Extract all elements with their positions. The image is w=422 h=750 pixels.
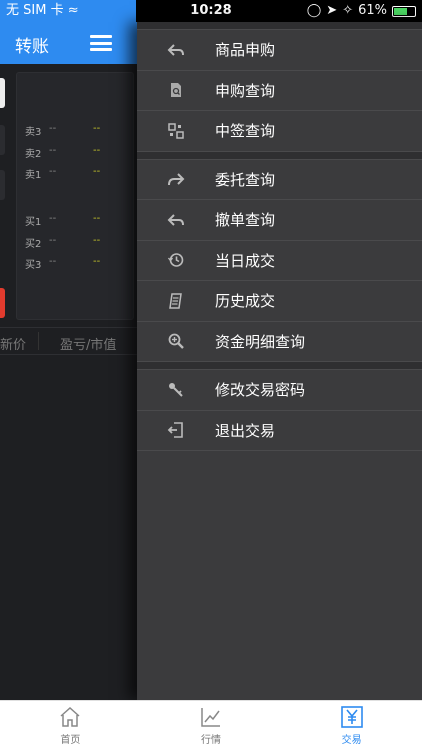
menu-item-label: 资金明细查询 [215, 332, 306, 351]
menu-item-logout[interactable]: 退出交易 [137, 411, 422, 451]
trade-screen-background: 转账 卖3 -- -- 卖2 -- -- 卖1 -- -- 买1 -- -- 买2 -- -- 买3… [0, 22, 137, 700]
forward-arrow-icon [137, 170, 215, 188]
zoom-in-icon [137, 332, 215, 350]
menu-item-fund-details[interactable]: 资金明细查询 [137, 322, 422, 362]
menu-item-label: 商品申购 [215, 41, 276, 60]
menu-item-label: 委托查询 [215, 170, 276, 189]
bottom-nav: 首页 行情 交易 [0, 700, 422, 750]
tab-trade[interactable]: 交易 [281, 701, 422, 750]
page-title: 转账 [15, 37, 49, 57]
chart-icon [201, 708, 220, 727]
menu-item-today-deals[interactable]: 当日成交 [137, 241, 422, 281]
order-book: 卖3 -- -- 卖2 -- -- 卖1 -- -- 买1 -- -- 买2 -- -- 买3 -- -… [16, 72, 134, 320]
tab-home[interactable]: 首页 [0, 701, 141, 750]
menu-item-label: 申购查询 [215, 81, 276, 100]
tab-label: 交易 [341, 735, 362, 746]
menu-item-change-password[interactable]: 修改交易密码 [137, 370, 422, 411]
receipt-icon [137, 292, 215, 310]
app-bar: 转账 [0, 22, 137, 64]
bluetooth-icon: ✧ [342, 3, 354, 18]
status-bar: 无 SIM 卡 ≈ 10:28 ◯ ➤ ✧ 61% [0, 0, 422, 22]
location-icon: ➤ [326, 3, 338, 18]
undo-arrow-icon [137, 211, 215, 229]
menu-item-history-deals[interactable]: 历史成交 [137, 281, 422, 322]
battery-percent: 61% [358, 3, 387, 18]
menu-item-label: 当日成交 [215, 251, 276, 270]
menu-group-divider [137, 151, 422, 160]
menu-item-label: 历史成交 [215, 292, 276, 311]
menu-group-divider [137, 22, 422, 30]
menu-item-lottery-query[interactable]: 中签查询 [137, 111, 422, 152]
input-edge[interactable] [0, 78, 5, 108]
battery-icon [392, 5, 416, 17]
menu-item-label: 修改交易密码 [215, 381, 306, 400]
tab-label: 行情 [201, 735, 221, 746]
menu-item-label: 撤单查询 [215, 211, 276, 230]
menu-item-order-query[interactable]: 委托查询 [137, 160, 422, 200]
hamburger-icon[interactable] [90, 35, 112, 51]
menu-group-divider [137, 362, 422, 370]
document-search-icon [137, 81, 215, 99]
history-clock-icon [137, 251, 215, 269]
stepper-edge-2[interactable] [0, 170, 5, 200]
qrcode-icon [137, 122, 215, 140]
menu-item-cancel-query[interactable]: 撤单查询 [137, 200, 422, 241]
yen-icon [340, 706, 363, 728]
key-icon [137, 381, 215, 399]
menu-item-product-subscribe[interactable]: 商品申购 [137, 30, 422, 71]
position-table-header: 新价 盈亏/市值 [0, 327, 137, 355]
menu-item-subscribe-query[interactable]: 申购查询 [137, 71, 422, 111]
logout-icon [137, 421, 215, 439]
stepper-edge[interactable] [0, 125, 5, 155]
status-right: ◯ ➤ ✧ 61% [307, 0, 416, 22]
home-icon [60, 706, 80, 727]
buy-button-edge[interactable] [0, 288, 5, 318]
menu-item-label: 退出交易 [215, 421, 276, 440]
col-pnl: 盈亏/市值 [60, 338, 117, 353]
rotation-lock-icon: ◯ [306, 3, 322, 18]
tab-label: 首页 [60, 735, 81, 746]
tab-market[interactable]: 行情 [141, 701, 282, 750]
col-price: 新价 [0, 338, 27, 353]
side-menu-drawer: 商品申购 申购查询 中签查询 委托查询 撤单查询 当日成交 历史成交 资金明细查… [137, 22, 422, 700]
menu-item-label: 中签查询 [215, 122, 276, 141]
reply-arrow-icon [137, 41, 215, 59]
